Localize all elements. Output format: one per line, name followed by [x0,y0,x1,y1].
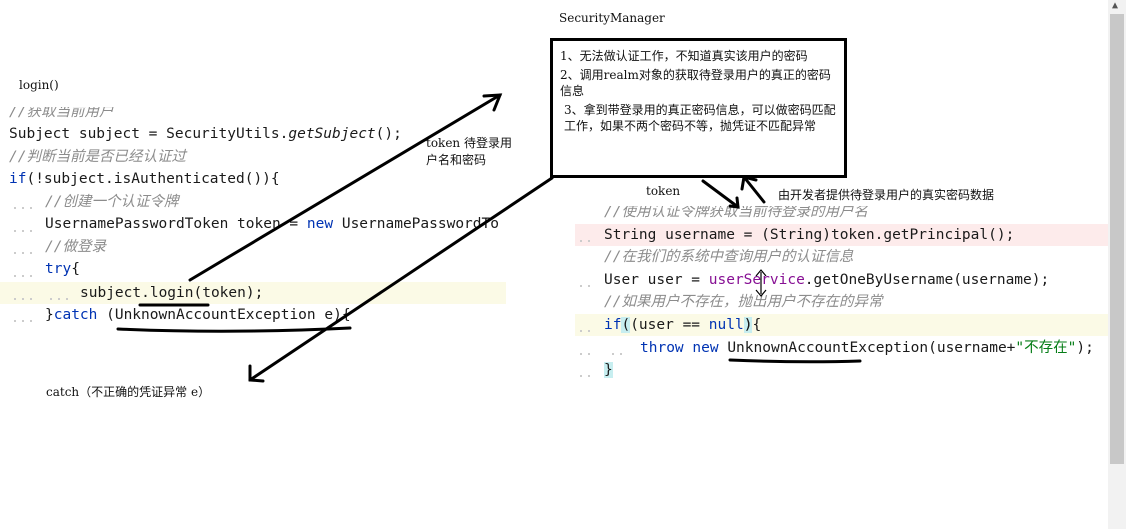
text-cursor-icon [755,269,767,297]
arrow-token-to-realm [701,179,740,209]
underline-unknown-exception-right [728,358,862,364]
scrollbar-thumb[interactable] [1110,14,1124,464]
arrow-login-to-manager [188,93,502,282]
underline-unknown-exception-left [116,326,352,333]
annotation-overlay [14,93,862,383]
arrow-manager-to-catch [248,176,554,382]
scroll-up-icon[interactable]: ▲ [1112,0,1118,11]
vertical-scrollbar[interactable]: ▲ [1108,0,1126,529]
